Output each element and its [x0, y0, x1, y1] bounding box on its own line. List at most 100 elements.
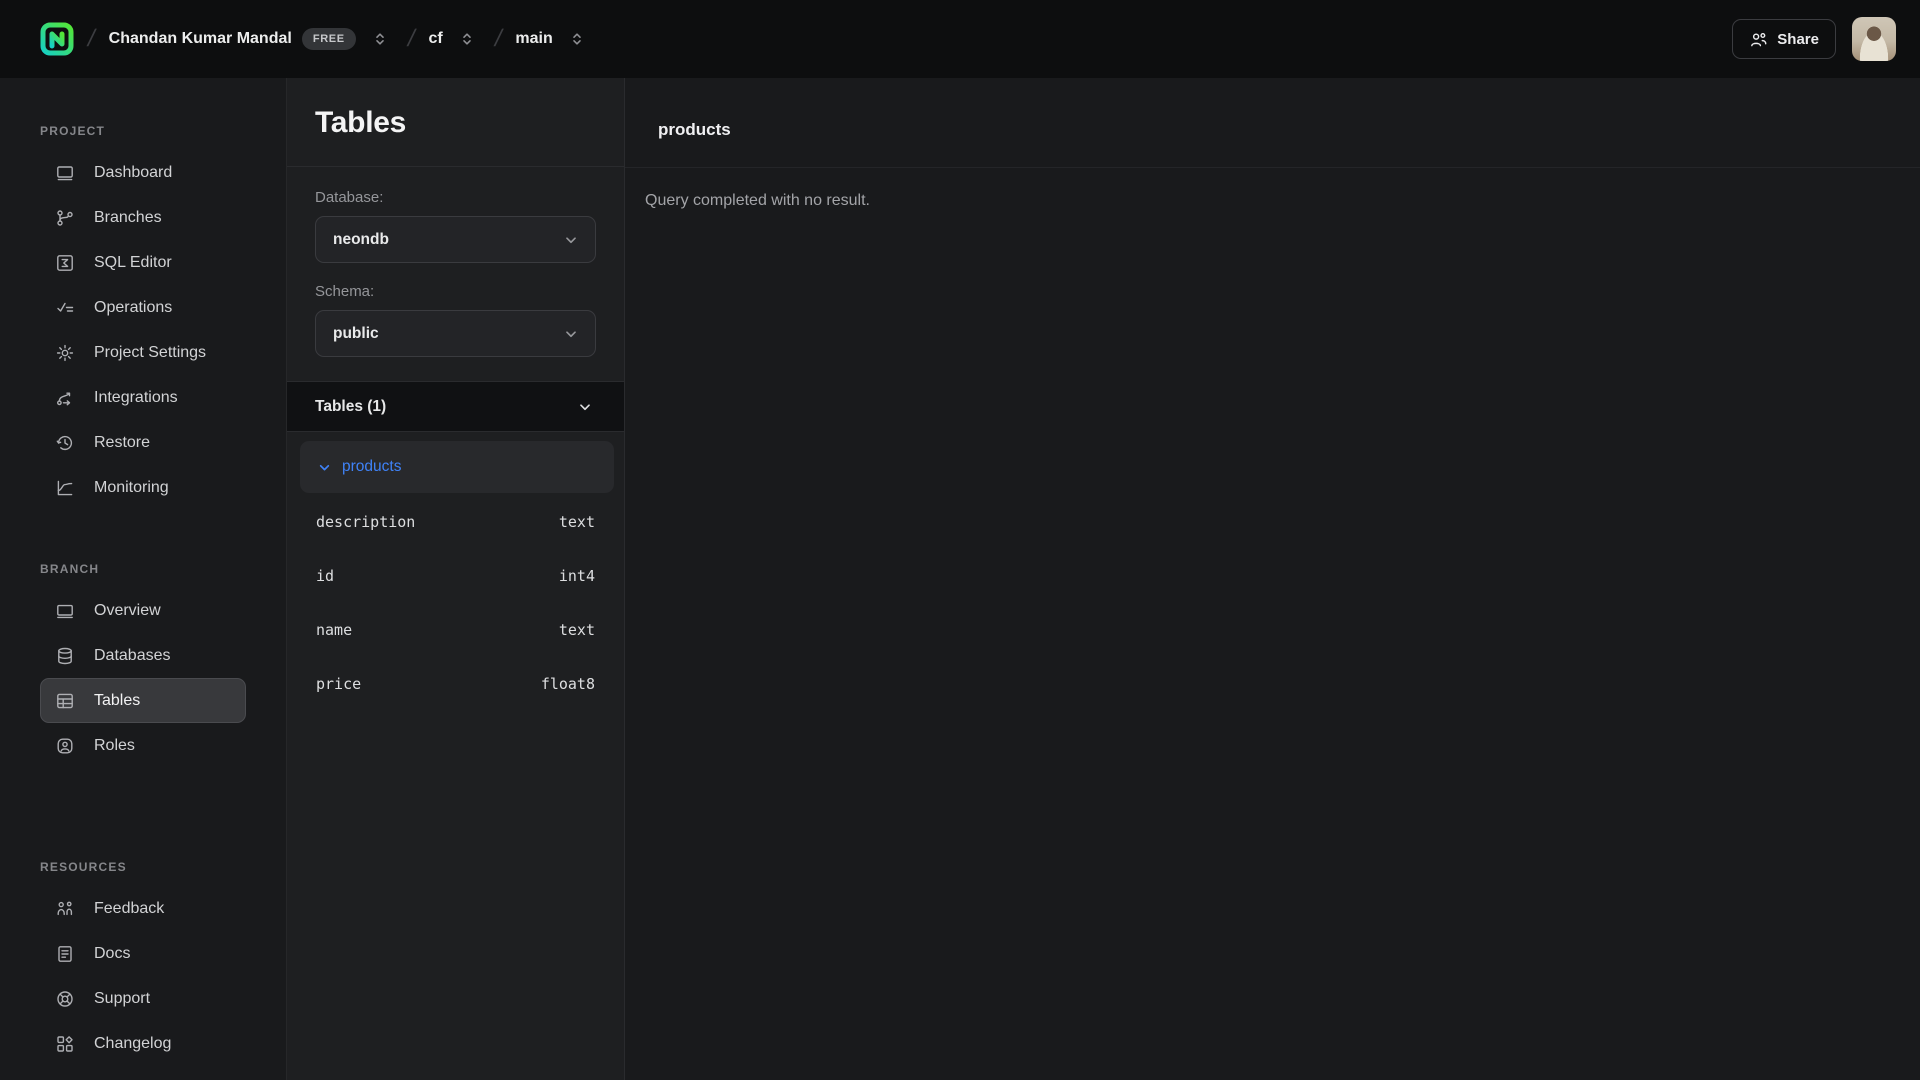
- breadcrumb-project: Chandan Kumar Mandal FREE: [109, 25, 394, 53]
- tables-accordion-label: Tables (1): [315, 398, 386, 416]
- operations-checklist-icon: [55, 297, 76, 318]
- branch-name: main: [515, 30, 552, 48]
- column-row: price float8: [287, 657, 624, 711]
- sidebar-item-feedback[interactable]: Feedback: [40, 886, 246, 931]
- sidebar-section-branch: BRANCH: [0, 540, 286, 588]
- sidebar-item-changelog[interactable]: Changelog: [40, 1021, 246, 1066]
- table-icon: [55, 690, 76, 711]
- column-row: description text: [287, 495, 624, 549]
- sidebar-item-label: Support: [94, 990, 150, 1008]
- sidebar-item-label: Databases: [94, 647, 171, 665]
- git-branch-icon: [55, 207, 76, 228]
- breadcrumb: Chandan Kumar Mandal FREE / cf / main: [109, 25, 591, 53]
- sidebar-item-label: Restore: [94, 434, 150, 452]
- sidebar-item-databases[interactable]: Databases: [40, 633, 246, 678]
- database-select[interactable]: neondb: [315, 216, 596, 263]
- breadcrumb-separator: /: [492, 25, 505, 53]
- column-name: id: [316, 567, 334, 585]
- table-detail-panel: products Query completed with no result.: [625, 78, 1920, 1080]
- project-switcher-button[interactable]: [366, 25, 394, 53]
- sidebar-item-tables[interactable]: Tables: [40, 678, 246, 723]
- chevron-down-icon: [562, 325, 580, 343]
- sidebar-item-operations[interactable]: Operations: [40, 285, 246, 330]
- schema-label: Schema:: [315, 283, 596, 300]
- database-schema-selectors: Database: neondb Schema: public: [287, 167, 624, 381]
- column-type: float8: [541, 675, 595, 693]
- table-detail-body: Query completed with no result.: [625, 168, 1920, 234]
- overview-icon: [55, 600, 76, 621]
- docs-icon: [55, 943, 76, 964]
- sidebar-item-docs[interactable]: Docs: [40, 931, 246, 976]
- column-row: name text: [287, 603, 624, 657]
- sidebar-item-branches[interactable]: Branches: [40, 195, 246, 240]
- column-name: price: [316, 675, 361, 693]
- table-detail-header: products: [625, 78, 1920, 168]
- sidebar-item-monitoring[interactable]: Monitoring: [40, 465, 246, 510]
- dashboard-icon: [55, 162, 76, 183]
- chevron-down-icon: [316, 459, 333, 476]
- top-bar: / Chandan Kumar Mandal FREE / cf / main: [0, 0, 1920, 78]
- restore-history-icon: [55, 432, 76, 453]
- breadcrumb-org: cf: [428, 25, 480, 53]
- database-select-value: neondb: [333, 231, 389, 249]
- feedback-people-icon: [55, 898, 76, 919]
- org-switcher-button[interactable]: [453, 25, 481, 53]
- sidebar-item-integrations[interactable]: Integrations: [40, 375, 246, 420]
- table-detail-title: products: [658, 120, 731, 140]
- chevron-down-icon: [562, 231, 580, 249]
- column-name: description: [316, 513, 415, 531]
- org-name: cf: [428, 30, 442, 48]
- share-button-label: Share: [1777, 31, 1819, 48]
- sidebar-item-support[interactable]: Support: [40, 976, 246, 1021]
- project-name: Chandan Kumar Mandal: [109, 30, 292, 48]
- share-people-icon: [1749, 30, 1768, 49]
- sidebar-item-dashboard[interactable]: Dashboard: [40, 150, 246, 195]
- sidebar-item-label: SQL Editor: [94, 254, 172, 272]
- sidebar-item-label: Feedback: [94, 900, 164, 918]
- breadcrumb-branch: main: [515, 25, 590, 53]
- sidebar-item-label: Project Settings: [94, 344, 206, 362]
- app-window: / Chandan Kumar Mandal FREE / cf / main: [0, 0, 1920, 1080]
- sidebar-item-label: Operations: [94, 299, 172, 317]
- sidebar-item-restore[interactable]: Restore: [40, 420, 246, 465]
- database-icon: [55, 645, 76, 666]
- column-row: id int4: [287, 549, 624, 603]
- tables-panel: Tables Database: neondb Schema: public: [287, 78, 625, 1080]
- tables-panel-header: Tables: [287, 78, 624, 167]
- column-name: name: [316, 621, 352, 639]
- sidebar-item-label: Monitoring: [94, 479, 169, 497]
- table-row-products[interactable]: products: [300, 441, 614, 493]
- gear-icon: [55, 342, 76, 363]
- breadcrumb-separator: /: [85, 25, 98, 53]
- tables-panel-title: Tables: [315, 106, 596, 140]
- sidebar-item-sql-editor[interactable]: SQL Editor: [40, 240, 246, 285]
- column-type: text: [559, 513, 595, 531]
- changelog-grid-icon: [55, 1033, 76, 1054]
- table-name: products: [342, 458, 401, 476]
- database-label: Database:: [315, 189, 596, 206]
- sidebar-section-project: PROJECT: [0, 124, 286, 150]
- neon-logo-icon[interactable]: [40, 22, 74, 56]
- branch-switcher-button[interactable]: [563, 25, 591, 53]
- sidebar-item-label: Branches: [94, 209, 162, 227]
- sidebar-item-label: Tables: [94, 692, 140, 710]
- share-button[interactable]: Share: [1732, 19, 1836, 59]
- sidebar-item-project-settings[interactable]: Project Settings: [40, 330, 246, 375]
- sql-editor-icon: [55, 252, 76, 273]
- query-result-message: Query completed with no result.: [645, 192, 1900, 210]
- sidebar-item-label: Dashboard: [94, 164, 172, 182]
- column-type: int4: [559, 567, 595, 585]
- sidebar-item-label: Changelog: [94, 1035, 171, 1053]
- schema-select[interactable]: public: [315, 310, 596, 357]
- user-avatar[interactable]: [1852, 17, 1896, 61]
- sidebar-section-resources: RESOURCES: [0, 860, 286, 886]
- tables-accordion-header[interactable]: Tables (1): [287, 381, 624, 432]
- sidebar-item-label: Overview: [94, 602, 161, 620]
- sidebar-item-roles[interactable]: Roles: [40, 723, 246, 768]
- integrations-icon: [55, 387, 76, 408]
- monitoring-chart-icon: [55, 477, 76, 498]
- sidebar-item-label: Docs: [94, 945, 130, 963]
- sidebar-item-label: Integrations: [94, 389, 178, 407]
- sidebar-item-overview[interactable]: Overview: [40, 588, 246, 633]
- breadcrumb-separator: /: [405, 25, 418, 53]
